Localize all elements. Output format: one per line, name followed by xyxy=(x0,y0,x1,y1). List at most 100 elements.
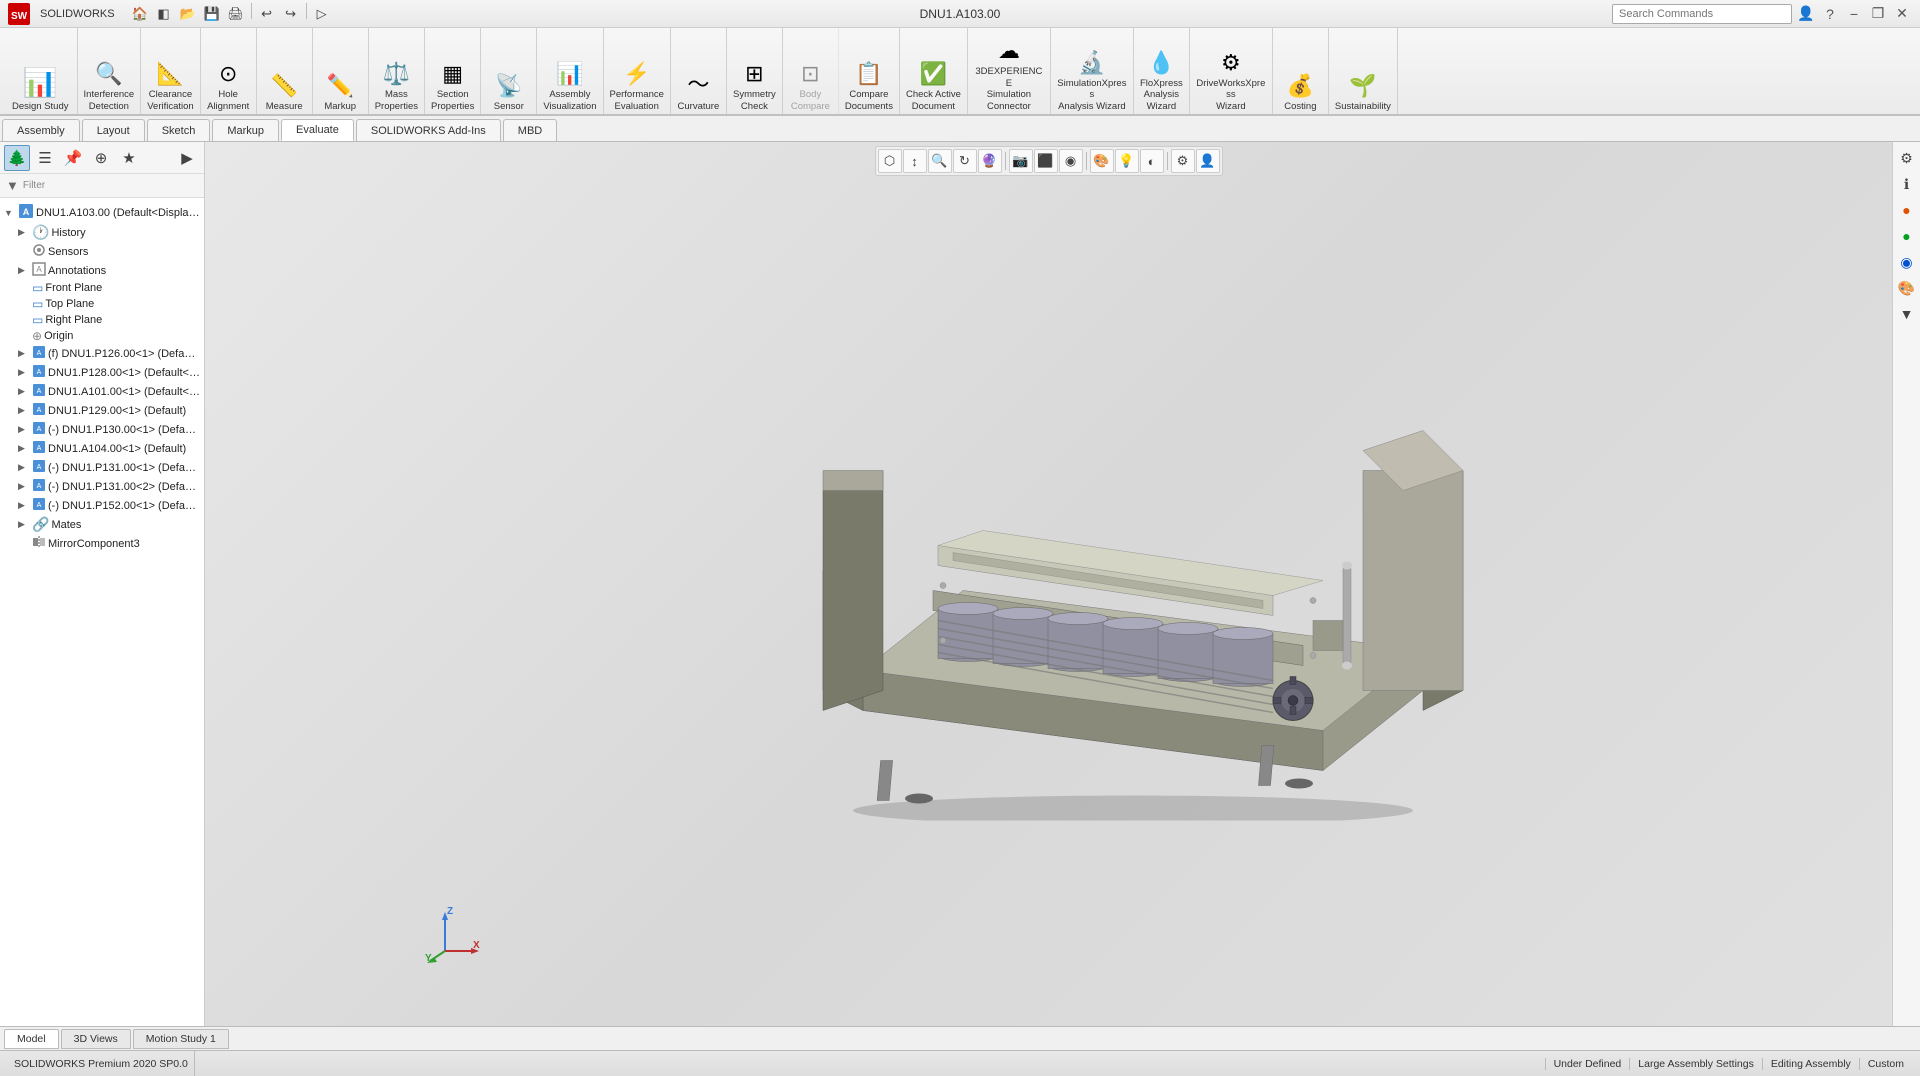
close-button[interactable]: ✕ xyxy=(1892,5,1912,23)
tab-evaluate[interactable]: Evaluate xyxy=(281,119,354,141)
mates-expand[interactable]: ▶ xyxy=(18,519,30,530)
property-manager-icon[interactable]: ☰ xyxy=(32,145,58,171)
tree-item-comp8[interactable]: ▶ A (-) DNU1.P131.00<2> (Default) xyxy=(0,477,204,496)
tree-item-comp6[interactable]: ▶ A DNU1.A104.00<1> (Default) xyxy=(0,439,204,458)
rt-color-button[interactable]: ● xyxy=(1895,198,1919,222)
rt-info-button[interactable]: ℹ xyxy=(1895,172,1919,196)
tree-item-comp1[interactable]: ▶ A (f) DNU1.P126.00<1> (Default<<Defaul xyxy=(0,344,204,363)
rt-green-button[interactable]: ● xyxy=(1895,224,1919,248)
zoom-in-button[interactable]: 🔍 xyxy=(928,149,952,173)
symmetry-check-button[interactable]: ⊞ SymmetryCheck xyxy=(727,28,783,114)
large-assembly-status[interactable]: Large Assembly Settings xyxy=(1629,1058,1762,1070)
markup-button[interactable]: ✏️ Markup xyxy=(313,28,369,114)
viewport[interactable]: ⬡ ↕ 🔍 ↻ 🔮 📷 ⬛ ◉ 🎨 💡 ◐ ⚙ 👤 xyxy=(205,142,1892,1026)
tree-item-sensors[interactable]: Sensors xyxy=(0,242,204,261)
tree-item-comp5[interactable]: ▶ A (-) DNU1.P130.00<1> (Default) xyxy=(0,420,204,439)
floexpress-button[interactable]: 💧 FloXpressAnalysisWizard xyxy=(1134,28,1190,114)
custom-status[interactable]: Custom xyxy=(1859,1058,1912,1070)
tree-item-history[interactable]: ▶ 🕐 History xyxy=(0,223,204,242)
hole-alignment-button[interactable]: ⊙ HoleAlignment xyxy=(201,28,257,114)
curvature-button[interactable]: 〜 Curvature xyxy=(671,28,727,114)
tab-3d-views[interactable]: 3D Views xyxy=(61,1029,131,1049)
user-button[interactable]: 👤 xyxy=(1796,5,1816,23)
tree-item-comp7[interactable]: ▶ A (-) DNU1.P131.00<1> (Default) xyxy=(0,458,204,477)
tree-item-comp4[interactable]: ▶ A DNU1.P129.00<1> (Default) xyxy=(0,401,204,420)
feature-tree-icon[interactable]: 🌲 xyxy=(4,145,30,171)
triad-button[interactable]: 👤 xyxy=(1196,149,1220,173)
restore-button[interactable]: ❐ xyxy=(1868,5,1888,23)
annotations-expand[interactable]: ▶ xyxy=(18,265,30,276)
section-view-button[interactable]: 🔮 xyxy=(978,149,1002,173)
help-button[interactable]: ? xyxy=(1820,5,1840,23)
minimize-button[interactable]: − xyxy=(1844,5,1864,23)
tree-item-comp2[interactable]: ▶ A DNU1.P128.00<1> (Default<<Default>. xyxy=(0,363,204,382)
rt-filter-button[interactable]: ▼ xyxy=(1895,302,1919,326)
orientation-button[interactable]: ⬡ xyxy=(878,149,902,173)
interference-detection-button[interactable]: 🔍 InterferenceDetection xyxy=(78,28,142,114)
tab-solidworks-addins[interactable]: SOLIDWORKS Add-Ins xyxy=(356,119,501,141)
costing-button[interactable]: 💰 Costing xyxy=(1273,28,1329,114)
tab-motion-study[interactable]: Motion Study 1 xyxy=(133,1029,229,1049)
zoom-to-fit-button[interactable]: ↕ xyxy=(903,149,927,173)
configuration-icon[interactable]: 📌 xyxy=(60,145,86,171)
body-compare-button[interactable]: ⊡ BodyCompare xyxy=(783,28,839,114)
search-input[interactable] xyxy=(1612,4,1792,24)
tree-root[interactable]: ▼ A DNU1.A103.00 (Default<Display State-… xyxy=(0,202,204,223)
tree-item-front-plane[interactable]: ▭ Front Plane xyxy=(0,280,204,296)
section-properties-button[interactable]: ▦ SectionProperties xyxy=(425,28,481,114)
tree-item-annotations[interactable]: ▶ A Annotations xyxy=(0,261,204,280)
mass-properties-button[interactable]: ⚖️ MassProperties xyxy=(369,28,425,114)
dxf-icon[interactable]: ⊕ xyxy=(88,145,114,171)
tree-item-mirror[interactable]: MirrorComponent3 xyxy=(0,534,204,553)
comp4-expand[interactable]: ▶ xyxy=(18,405,30,416)
save-button[interactable]: 💾 xyxy=(201,3,223,25)
tree-item-origin[interactable]: ⊕ Origin xyxy=(0,328,204,344)
rotate-button[interactable]: ↻ xyxy=(953,149,977,173)
check-active-button[interactable]: ✅ Check ActiveDocument xyxy=(900,28,968,114)
comp1-expand[interactable]: ▶ xyxy=(18,348,30,359)
comp6-expand[interactable]: ▶ xyxy=(18,443,30,454)
display-states-icon[interactable]: ★ xyxy=(116,145,142,171)
undo-button[interactable]: ↩ xyxy=(256,3,278,25)
open-button[interactable]: 📂 xyxy=(177,3,199,25)
compare-documents-button[interactable]: 📋 CompareDocuments xyxy=(839,28,900,114)
scene-button[interactable]: 💡 xyxy=(1115,149,1139,173)
expand-icon[interactable]: ▼ xyxy=(4,208,16,218)
comp9-expand[interactable]: ▶ xyxy=(18,500,30,511)
rt-blue-button[interactable]: ◉ xyxy=(1895,250,1919,274)
comp7-expand[interactable]: ▶ xyxy=(18,462,30,473)
measure-button[interactable]: 📏 Measure xyxy=(257,28,313,114)
view-camera-button[interactable]: 📷 xyxy=(1009,149,1033,173)
realview-button[interactable]: ◐ xyxy=(1140,149,1164,173)
print-button[interactable]: 🖨 xyxy=(225,3,247,25)
display-style-button[interactable]: ⬛ xyxy=(1034,149,1058,173)
tree-item-comp3[interactable]: ▶ A DNU1.A101.00<1> (Default<Display Sta xyxy=(0,382,204,401)
tree-item-mates[interactable]: ▶ 🔗 Mates xyxy=(0,515,204,534)
comp5-expand[interactable]: ▶ xyxy=(18,424,30,435)
appearance-button[interactable]: 🎨 xyxy=(1090,149,1114,173)
rt-palette-button[interactable]: 🎨 xyxy=(1895,276,1919,300)
simulationxpress-button[interactable]: 🔬 SimulationXpressAnalysis Wizard xyxy=(1051,28,1134,114)
driveworksxpress-button[interactable]: ⚙ DriveWorksXpressWizard xyxy=(1190,28,1273,114)
hide-show-button[interactable]: ◉ xyxy=(1059,149,1083,173)
view-settings-button[interactable]: ⚙ xyxy=(1171,149,1195,173)
sensor-button[interactable]: 📡 Sensor xyxy=(481,28,537,114)
tab-layout[interactable]: Layout xyxy=(82,119,145,141)
home-button[interactable]: 🏠 xyxy=(129,3,151,25)
sustainability-button[interactable]: 🌱 Sustainability xyxy=(1329,28,1398,114)
rt-settings-button[interactable]: ⚙ xyxy=(1895,146,1919,170)
comp3-expand[interactable]: ▶ xyxy=(18,386,30,397)
tab-assembly[interactable]: Assembly xyxy=(2,119,80,141)
redo-button[interactable]: ↪ xyxy=(280,3,302,25)
design-study-button[interactable]: 📊 Design Study xyxy=(4,28,78,114)
arrow-next-icon[interactable]: ▶ xyxy=(174,145,200,171)
rebuild-button[interactable]: ▷ xyxy=(311,3,333,25)
comp2-expand[interactable]: ▶ xyxy=(18,367,30,378)
tree-item-comp9[interactable]: ▶ A (-) DNU1.P152.00<1> (Default<<Defaul xyxy=(0,496,204,515)
new-button[interactable]: ◧ xyxy=(153,3,175,25)
history-expand[interactable]: ▶ xyxy=(18,227,30,238)
tab-sketch[interactable]: Sketch xyxy=(147,119,211,141)
comp8-expand[interactable]: ▶ xyxy=(18,481,30,492)
performance-evaluation-button[interactable]: ⚡ PerformanceEvaluation xyxy=(604,28,671,114)
tab-mbd[interactable]: MBD xyxy=(503,119,557,141)
